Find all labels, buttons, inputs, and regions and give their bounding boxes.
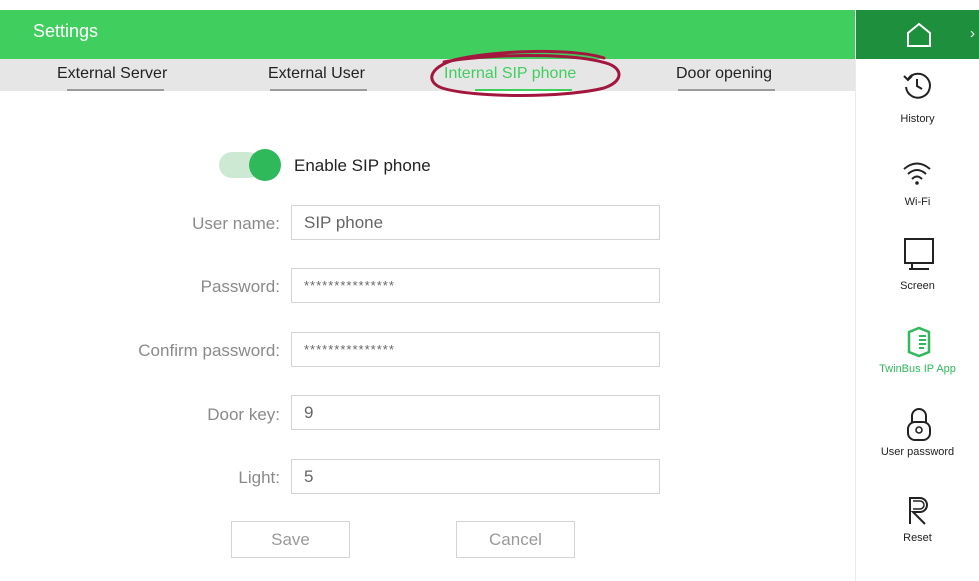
wifi-icon [903,162,931,185]
sidebar-item-label: Wi-Fi [904,196,931,208]
sidebar-item-label: TwinBus IP App [879,363,956,375]
annotation-circle [430,49,621,97]
tab-label: External Server [57,65,168,82]
user-name-input[interactable] [291,205,660,240]
screen-icon [904,238,934,270]
user-name-label: User name: [192,214,280,233]
home-icon [907,22,931,47]
tab-underline [678,89,775,91]
tab-label: External User [268,65,365,82]
confirm-password-label: Confirm password: [138,341,280,360]
sidebar-item-label: History [900,113,935,125]
sidebar-item-label: Screen [900,280,935,292]
page-title: Settings [33,21,99,41]
home-button[interactable]: › [856,10,979,59]
password-label: Password: [200,277,280,296]
sidebar-item-label: Reset [903,532,932,544]
lock-icon [907,408,931,441]
toggle-knob [249,149,281,181]
door-key-label: Door key: [207,405,280,424]
tab-underline [67,89,164,91]
history-icon [903,72,931,99]
sidebar-item-reset[interactable]: Reset [856,494,979,550]
light-label: Light: [238,468,280,487]
sidebar-item-label: User password [880,446,955,458]
door-key-input[interactable] [291,395,660,430]
sidebar-item-screen[interactable]: Screen [856,232,979,296]
light-input[interactable] [291,459,660,494]
sidebar-item-history[interactable]: History [856,66,979,132]
cancel-button[interactable]: Cancel [456,521,575,558]
twinbus-app-icon [907,326,931,358]
confirm-password-input[interactable] [291,332,660,367]
sidebar-item-wifi[interactable]: Wi-Fi [856,150,979,212]
save-button[interactable]: Save [231,521,350,558]
password-input[interactable] [291,268,660,303]
sidebar-item-twinbus-ip-app[interactable]: TwinBus IP App [856,322,979,382]
enable-sip-label: Enable SIP phone [294,156,431,175]
sidebar-item-user-password[interactable]: User password [856,404,979,464]
tab-underline [270,89,367,91]
reset-icon [909,497,928,525]
chevron-right-icon: › [970,25,975,42]
tab-label: Door opening [676,65,773,82]
